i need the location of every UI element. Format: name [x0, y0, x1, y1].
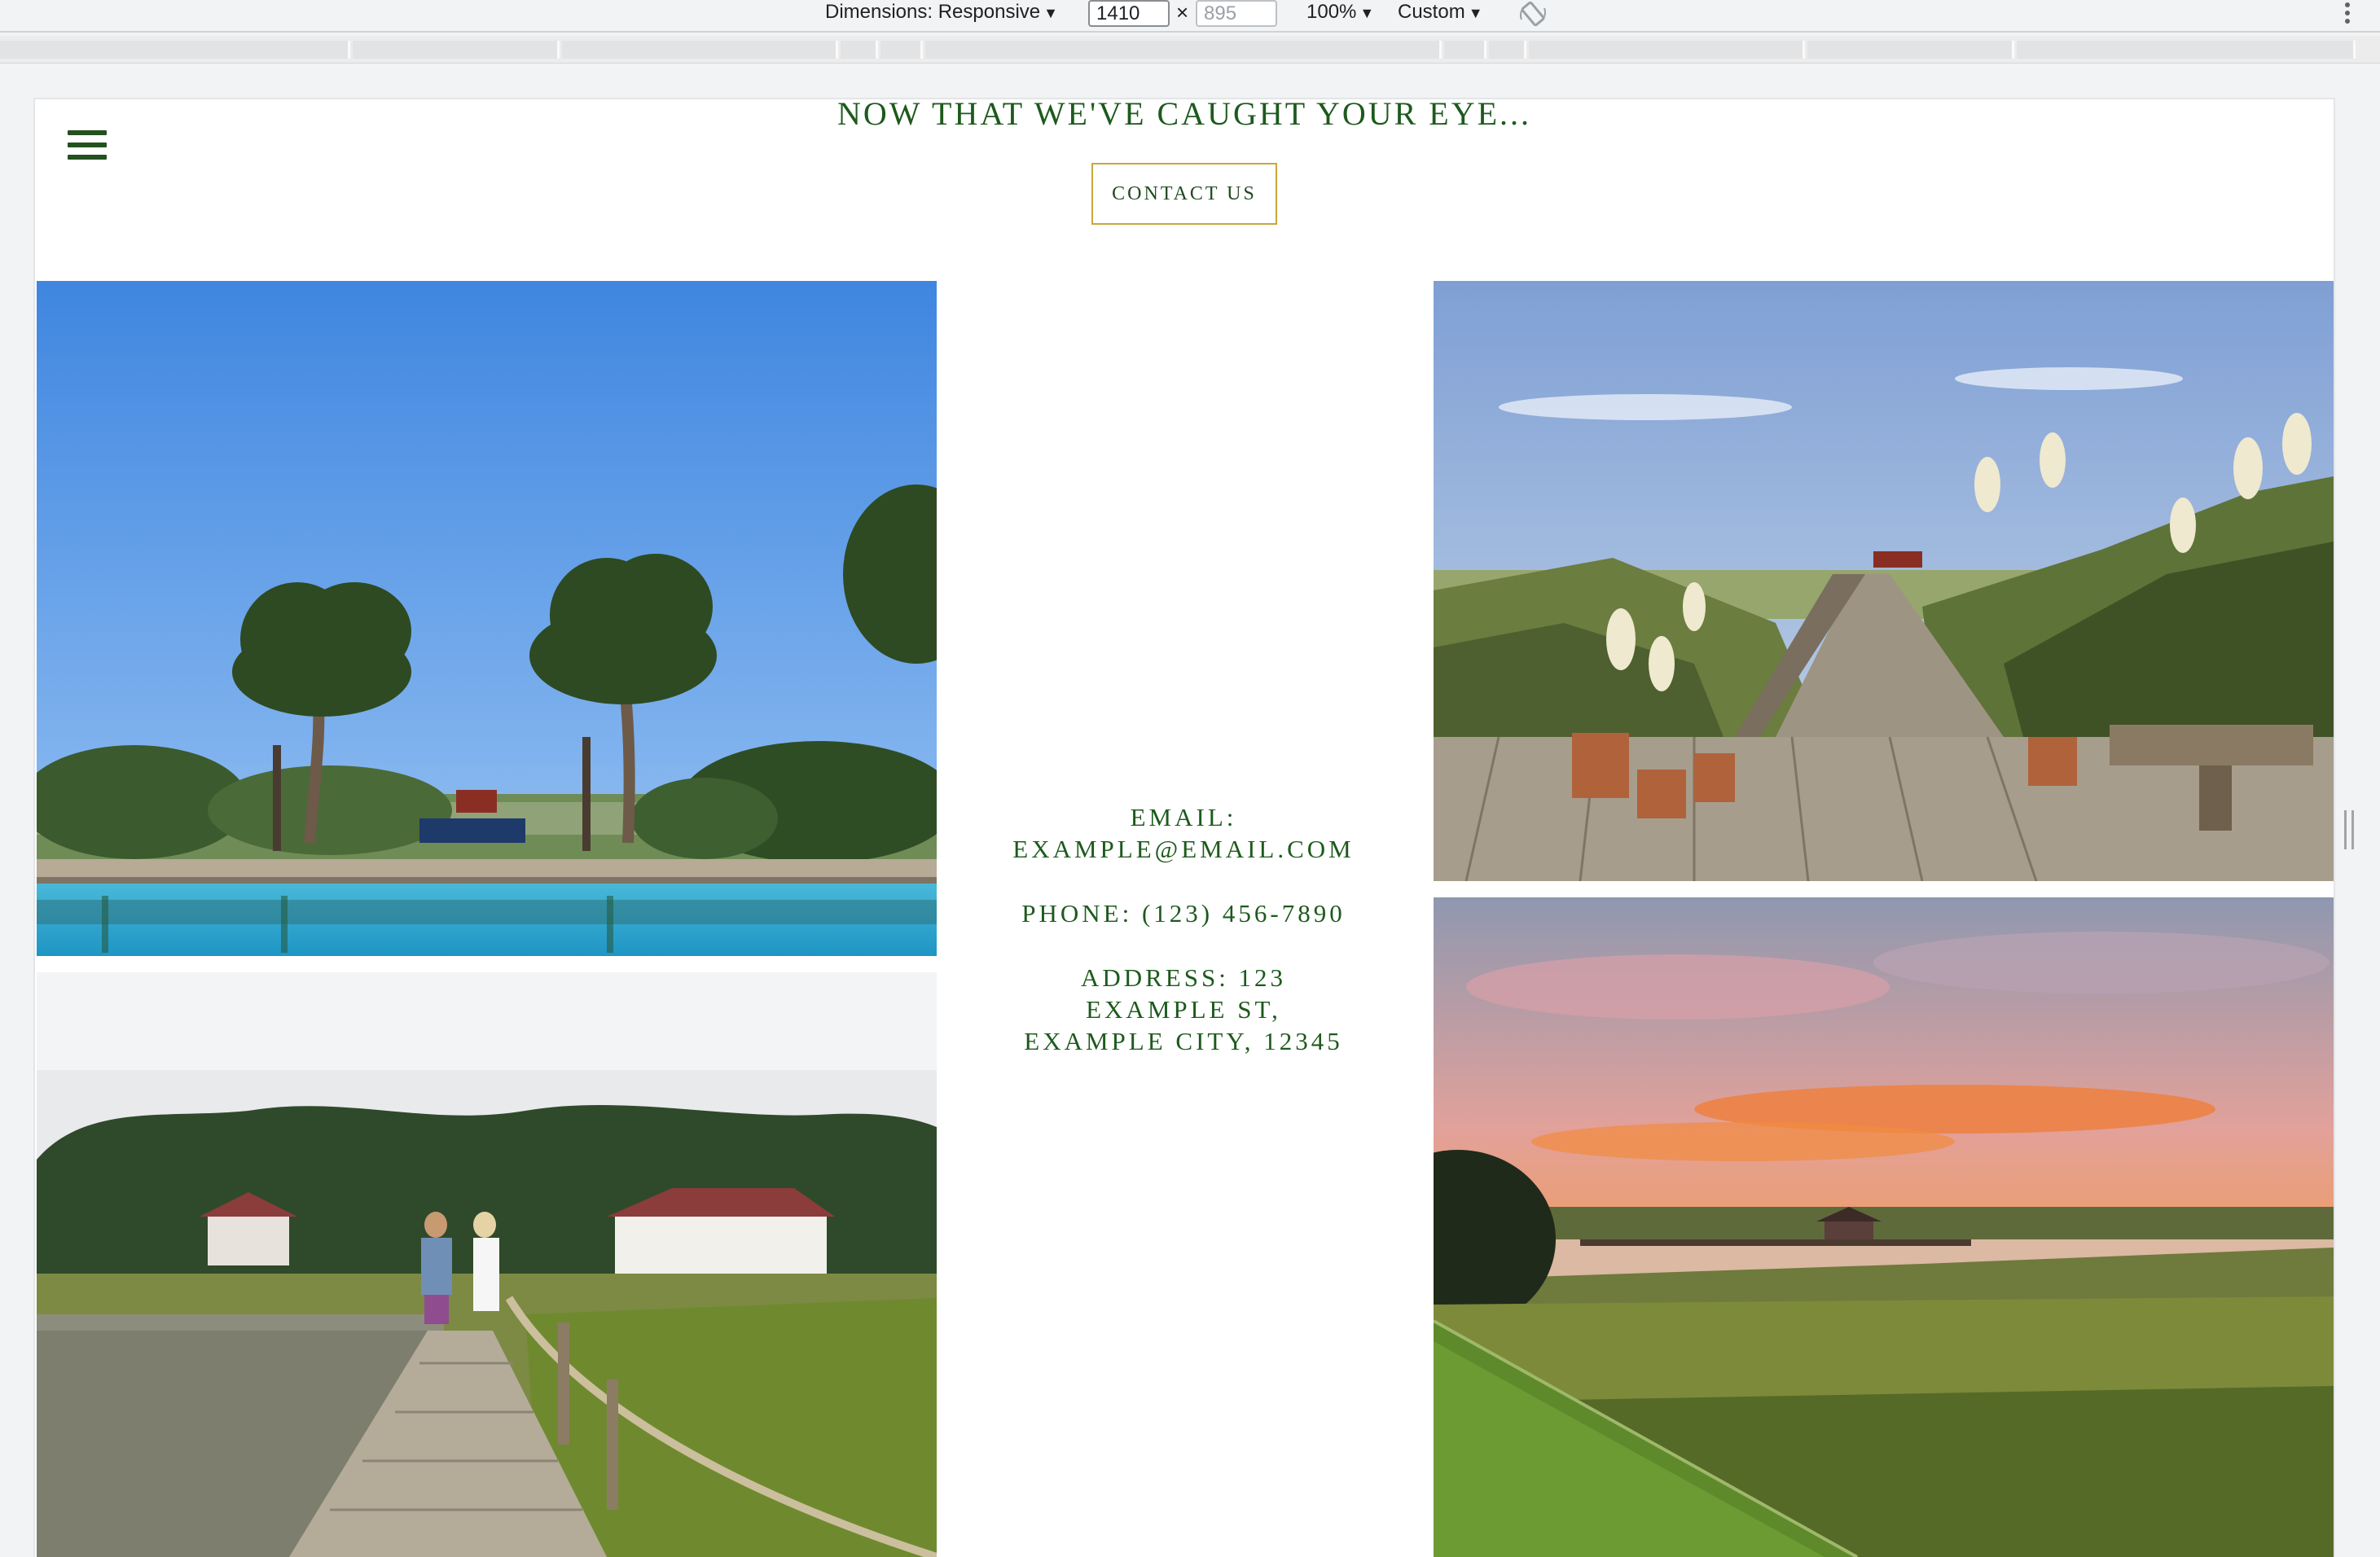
- throttle-dropdown[interactable]: Custom ▼: [1398, 0, 1483, 24]
- media-query-segment[interactable]: [353, 41, 560, 59]
- address-line-1: ADDRESS: 123: [1080, 963, 1287, 992]
- media-query-bar[interactable]: [0, 36, 2380, 64]
- address-line-2: EXAMPLE ST,: [1086, 995, 1281, 1024]
- caret-down-icon: ▼: [1043, 5, 1058, 21]
- viewport-resize-handle[interactable]: [2344, 810, 2354, 849]
- throttle-value: Custom: [1398, 1, 1465, 23]
- page-viewport: NOW THAT WE'VE CAUGHT YOUR EYE... CONTAC…: [35, 99, 2334, 1557]
- media-query-segment[interactable]: [1444, 41, 1486, 59]
- media-query-segment[interactable]: [562, 41, 838, 59]
- media-query-segment[interactable]: [0, 41, 350, 59]
- media-query-segment[interactable]: [1489, 41, 1526, 59]
- media-query-segment[interactable]: [2017, 41, 2356, 59]
- address-block: ADDRESS: 123 EXAMPLE ST, EXAMPLE CITY, 1…: [939, 962, 1428, 1057]
- media-query-segment[interactable]: [925, 41, 1442, 59]
- email-label: EMAIL:: [1130, 803, 1237, 831]
- photo-palm-trees-pool: [37, 281, 937, 956]
- media-query-segment[interactable]: [841, 41, 878, 59]
- media-query-segment[interactable]: [1529, 41, 1805, 59]
- dimensions-dropdown[interactable]: Dimensions: Responsive ▼: [825, 0, 1058, 24]
- caret-down-icon: ▼: [1468, 5, 1483, 21]
- media-query-segment[interactable]: [880, 41, 923, 59]
- more-vertical-icon[interactable]: [2343, 2, 2352, 24]
- devtools-device-toolbar: Dimensions: Responsive ▼ 1410 × 895 100% ▼…: [0, 0, 2380, 33]
- rotate-icon[interactable]: [1518, 0, 1548, 28]
- page-headline: NOW THAT WE'VE CAUGHT YOUR EYE...: [35, 99, 2334, 135]
- times-symbol: ×: [1176, 0, 1189, 24]
- contact-info-block: EMAIL: EXAMPLE@EMAIL.COM PHONE: (123) 45…: [939, 801, 1428, 1090]
- email-value[interactable]: EXAMPLE@EMAIL.COM: [939, 833, 1428, 865]
- phone-text[interactable]: PHONE: (123) 456-7890: [939, 897, 1428, 929]
- zoom-dropdown[interactable]: 100% ▼: [1306, 0, 1374, 24]
- phone-block: PHONE: (123) 456-7890: [939, 897, 1428, 929]
- photo-sunset-marsh: [1434, 897, 2334, 1557]
- caret-down-icon: ▼: [1359, 5, 1375, 21]
- height-input[interactable]: 895: [1196, 0, 1277, 27]
- photo-boardwalk-pampas-grass: [1434, 281, 2334, 881]
- photo-couple-on-dock: [37, 972, 937, 1557]
- width-input[interactable]: 1410: [1088, 0, 1170, 27]
- contact-us-button[interactable]: CONTACT US: [1091, 163, 1277, 225]
- email-block: EMAIL: EXAMPLE@EMAIL.COM: [939, 801, 1428, 865]
- media-query-segment[interactable]: [1807, 41, 2014, 59]
- zoom-value: 100%: [1306, 1, 1357, 23]
- dimensions-label: Dimensions: Responsive: [825, 1, 1041, 23]
- address-line-3: EXAMPLE CITY, 12345: [1024, 1027, 1343, 1055]
- headline-text: NOW THAT WE'VE CAUGHT YOUR EYE...: [837, 99, 1532, 132]
